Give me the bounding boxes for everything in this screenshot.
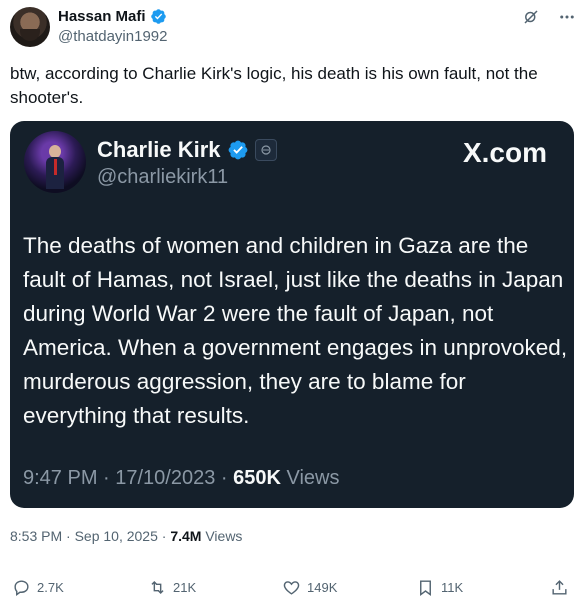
action-bar: 2.7K 21K 149K 11K	[0, 572, 586, 602]
quoted-time: 9:47 PM · 17/10/2023 ·	[23, 467, 234, 489]
like-icon	[283, 581, 300, 595]
author-name[interactable]: Hassan Mafi	[58, 8, 146, 25]
affiliate-badge-icon	[254, 139, 277, 161]
bookmark-button[interactable]: 11K	[416, 578, 463, 597]
repost-count: 21K	[173, 580, 197, 595]
author-handle[interactable]: @thatdayin1992	[58, 28, 167, 45]
grok-icon[interactable]	[522, 8, 540, 26]
more-icon[interactable]	[558, 8, 576, 26]
quoted-meta: 9:47 PM · 17/10/2023 · 650K Views	[23, 467, 340, 490]
share-button[interactable]	[550, 578, 569, 597]
repost-button[interactable]: 21K	[148, 578, 196, 597]
like-button[interactable]: 149K	[282, 578, 337, 597]
bookmark-count: 11K	[441, 580, 464, 595]
verified-icon	[150, 9, 166, 24]
quoted-handle: @charliekirk11	[97, 166, 229, 188]
bookmark-icon	[420, 580, 431, 597]
reply-icon	[14, 580, 29, 597]
quoted-views-count: 650K	[233, 467, 281, 489]
quoted-name-row: Charlie Kirk	[97, 137, 277, 163]
reply-count: 2.7K	[37, 580, 64, 595]
quoted-text: The deaths of women and children in Gaza…	[23, 233, 568, 428]
verified-icon	[228, 140, 247, 160]
quoted-avatar	[24, 131, 86, 193]
quoted-views-label: Views	[280, 467, 340, 489]
quoted-image-card[interactable]: Charlie Kirk @charliekirk11 X.com The de…	[10, 121, 574, 508]
repost-icon	[151, 580, 164, 595]
tweet-views-count: 7.4M	[170, 528, 202, 544]
tweet-text: btw, according to Charlie Kirk's logic, …	[10, 64, 538, 107]
quoted-name: Charlie Kirk	[97, 137, 221, 162]
tweet-time[interactable]: 8:53 PM · Sep 10, 2025 ·	[10, 528, 170, 544]
author-name-row[interactable]: Hassan Mafi	[58, 8, 167, 25]
avatar[interactable]	[10, 7, 50, 47]
site-label: X.com	[462, 137, 547, 168]
share-icon	[552, 580, 567, 595]
tweet-meta: 8:53 PM · Sep 10, 2025 · 7.4M Views	[10, 528, 242, 544]
like-count: 149K	[307, 580, 338, 595]
tweet-views-label: Views	[201, 528, 243, 544]
reply-button[interactable]: 2.7K	[12, 578, 64, 597]
